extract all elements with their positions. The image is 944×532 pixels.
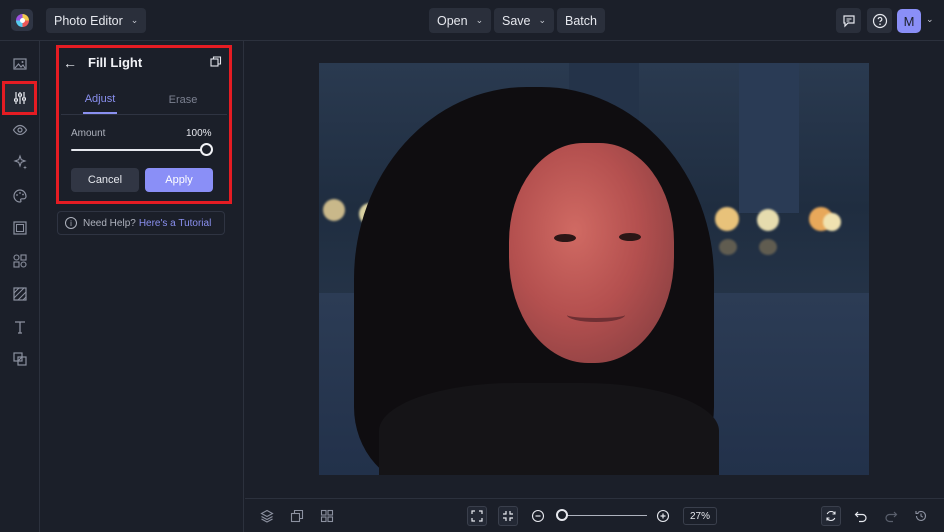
zoom-slider-track[interactable] [562, 515, 647, 516]
avatar[interactable]: M [897, 9, 921, 33]
chevron-down-icon: ⌄ [538, 15, 547, 25]
tab-erase[interactable]: Erase [166, 86, 200, 114]
chevron-down-icon[interactable]: ⌄ [926, 14, 934, 25]
feedback-icon[interactable] [836, 8, 861, 33]
zoom-in-icon[interactable] [653, 506, 673, 526]
help-text: Need Help? [83, 217, 136, 229]
info-icon: i [65, 217, 77, 229]
app-logo-icon[interactable] [11, 9, 33, 31]
grid-icon[interactable] [317, 506, 337, 526]
back-arrow-icon[interactable]: ← [63, 55, 77, 71]
image-icon[interactable] [4, 49, 35, 79]
compare-icon[interactable] [287, 506, 307, 526]
zoom-slider-thumb[interactable] [556, 509, 568, 521]
open-button[interactable]: Open ⌄ [429, 8, 492, 33]
panel-tabs: Adjust Erase [61, 86, 227, 114]
chevron-down-icon: ⌄ [130, 15, 139, 25]
apply-button[interactable]: Apply [145, 168, 213, 192]
tool-rail [0, 41, 40, 532]
app-menu-label: Photo Editor [54, 13, 123, 28]
undo-icon[interactable] [851, 506, 871, 526]
actual-size-icon[interactable] [498, 506, 518, 526]
help-box: i Need Help? Here's a Tutorial [57, 211, 225, 235]
redo-icon[interactable] [881, 506, 901, 526]
batch-button[interactable]: Batch [557, 8, 605, 33]
amount-slider-track[interactable] [71, 149, 207, 151]
palette-icon[interactable] [4, 181, 35, 211]
chevron-down-icon: ⌄ [475, 15, 484, 25]
amount-value: 100% [186, 128, 212, 139]
open-label: Open [437, 13, 468, 28]
save-button[interactable]: Save ⌄ [494, 8, 555, 33]
texture-icon[interactable] [4, 279, 35, 309]
app-menu-button[interactable]: Photo Editor ⌄ [46, 8, 147, 33]
batch-label: Batch [565, 13, 597, 28]
zoom-value[interactable]: 27% [683, 507, 717, 525]
photo-canvas[interactable] [319, 63, 869, 475]
top-bar: Photo Editor ⌄ Open ⌄ Save ⌄ Batch M ⌄ [0, 0, 944, 41]
cancel-button[interactable]: Cancel [71, 168, 139, 192]
layers-icon[interactable] [257, 506, 277, 526]
duplicate-icon[interactable] [210, 56, 222, 68]
eye-icon[interactable] [4, 115, 35, 145]
save-label: Save [502, 13, 531, 28]
text-icon[interactable] [4, 312, 35, 342]
panel-title: Fill Light [88, 55, 143, 70]
overlay-icon[interactable] [4, 344, 35, 374]
sparkle-icon[interactable] [4, 147, 35, 177]
frame-icon[interactable] [4, 213, 35, 243]
fit-screen-icon[interactable] [467, 506, 487, 526]
help-icon[interactable] [867, 8, 892, 33]
sliders-icon[interactable] [2, 81, 37, 115]
zoom-out-icon[interactable] [528, 506, 548, 526]
amount-label: Amount [71, 128, 106, 139]
tutorial-link[interactable]: Here's a Tutorial [139, 218, 212, 229]
reset-icon[interactable] [821, 506, 841, 526]
tab-divider [61, 114, 227, 115]
history-icon[interactable] [911, 506, 931, 526]
amount-slider-thumb[interactable] [200, 143, 213, 156]
shapes-icon[interactable] [4, 246, 35, 276]
tab-adjust[interactable]: Adjust [83, 86, 117, 114]
